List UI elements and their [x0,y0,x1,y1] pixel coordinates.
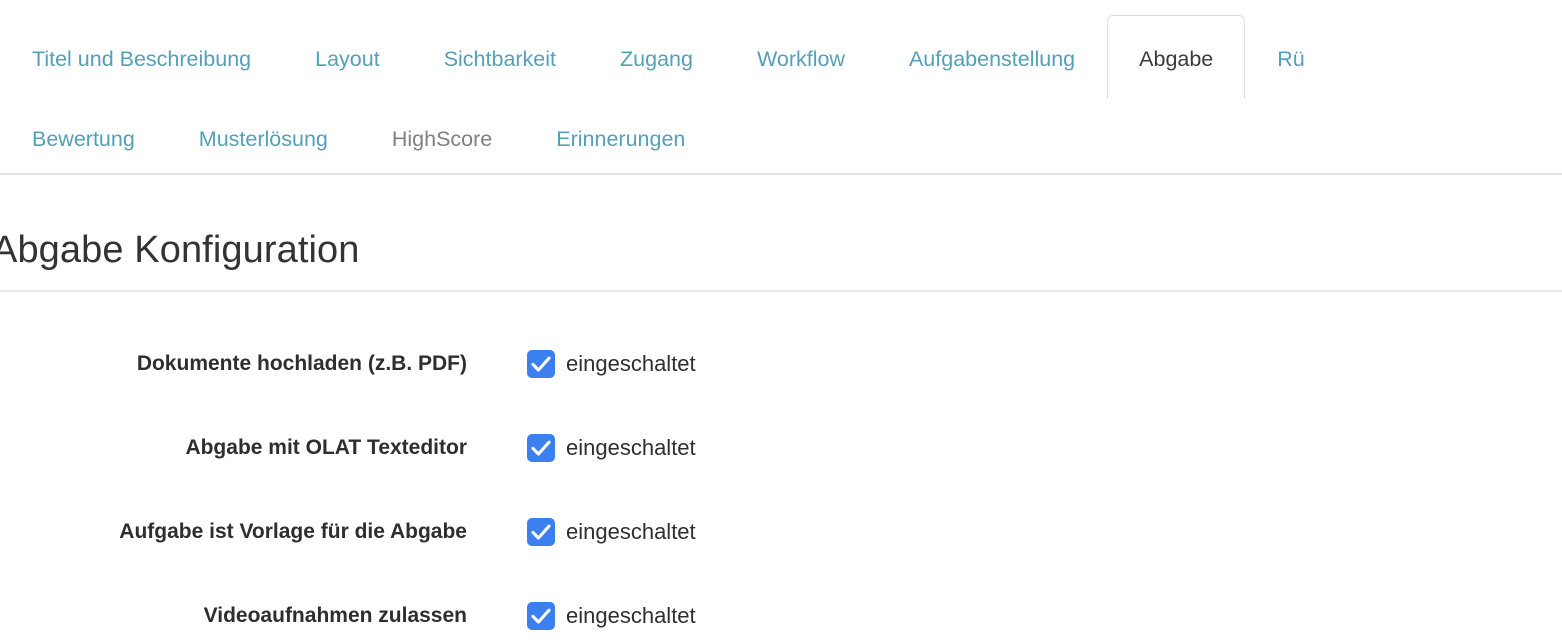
form-control: eingeschaltet [527,347,696,381]
form-label: Dokumente hochladen (z.B. PDF) [136,352,467,375]
checkbox-label[interactable]: eingeschaltet [566,349,696,379]
checkbox-label[interactable]: eingeschaltet [566,601,696,631]
form-label: Videoaufnahmen zulassen [203,604,467,627]
form-label: Aufgabe ist Vorlage für die Abgabe [119,520,467,543]
checkbox-checked-icon[interactable] [527,350,555,378]
page-root: Titel und Beschreibung Layout Sichtbarkeit… [0,0,1562,644]
tab-titel-und-beschreibung[interactable]: Titel und Beschreibung [0,15,283,99]
form-row-dokumente-hochladen: Dokumente hochladen (z.B. PDF) eingescha… [0,347,1562,387]
checkbox-checked-icon[interactable] [527,518,555,546]
tab-row-primary: Titel und Beschreibung Layout Sichtbarkeit… [0,15,1562,99]
tab-sichtbarkeit[interactable]: Sichtbarkeit [412,15,588,99]
tab-musterloesung[interactable]: Musterlösung [167,105,360,171]
page-title: Abgabe Konfiguration [0,229,360,272]
tab-zugang[interactable]: Zugang [588,15,725,99]
form-row-videoaufnahmen: Videoaufnahmen zulassen eingeschaltet [0,599,1562,639]
tab-workflow[interactable]: Workflow [725,15,877,99]
form-row-olat-texteditor: Abgabe mit OLAT Texteditor eingeschaltet [0,431,1562,471]
section-header: Abgabe Konfiguration [0,175,1562,292]
tab-layout[interactable]: Layout [283,15,412,99]
abgabe-konfiguration-form: Dokumente hochladen (z.B. PDF) eingescha… [0,292,1562,644]
tab-row-secondary: Bewertung Musterlösung HighScore Erinnerung… [0,105,1562,169]
form-control: eingeschaltet [527,599,696,633]
checkbox-label[interactable]: eingeschaltet [566,517,696,547]
tab-navigation: Titel und Beschreibung Layout Sichtbarkeit… [0,0,1562,175]
tab-erinnerungen[interactable]: Erinnerungen [524,105,717,171]
tab-abgabe[interactable]: Abgabe [1107,15,1246,99]
tab-aufgabenstellung[interactable]: Aufgabenstellung [877,15,1107,99]
form-label: Abgabe mit OLAT Texteditor [185,436,467,459]
form-row-aufgabe-vorlage: Aufgabe ist Vorlage für die Abgabe einge… [0,515,1562,555]
checkbox-label[interactable]: eingeschaltet [566,433,696,463]
checkbox-checked-icon[interactable] [527,602,555,630]
form-control: eingeschaltet [527,431,696,465]
checkbox-checked-icon[interactable] [527,434,555,462]
form-control: eingeschaltet [527,515,696,549]
tab-highscore: HighScore [391,127,493,151]
tab-rueckgabe[interactable]: Rü [1245,15,1336,99]
tab-bewertung[interactable]: Bewertung [0,105,167,171]
